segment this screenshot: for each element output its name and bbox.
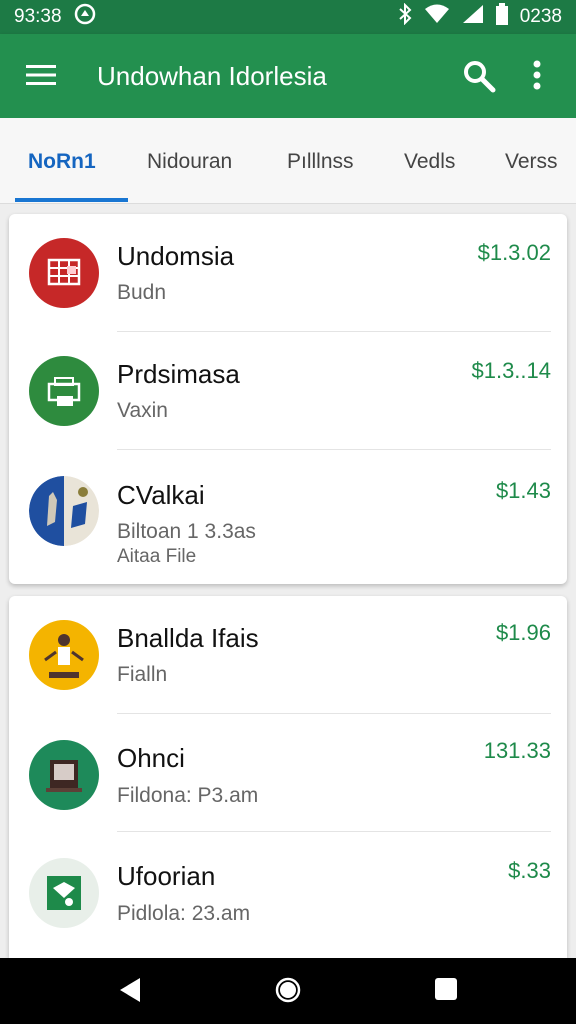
back-icon[interactable] xyxy=(118,976,142,1009)
tab-vedls[interactable]: Vedls xyxy=(404,150,455,174)
item-price: $1.3..14 xyxy=(471,358,551,383)
tab-bar: NoRn1 Nidouran Pılllnss Vedls Verss xyxy=(0,118,576,204)
list-item[interactable]: CValkai Biltoan 1 3.3as Aitaa File $1.43 xyxy=(9,450,567,584)
item-name: Ohnci xyxy=(117,743,185,773)
item-price: $.33 xyxy=(508,858,551,883)
map-icon xyxy=(29,476,99,546)
item-subtitle: Vaxin xyxy=(117,399,168,422)
item-name: Undomsia xyxy=(117,241,235,271)
home-icon[interactable] xyxy=(274,976,302,1009)
active-tab-indicator xyxy=(15,198,128,202)
printer-icon xyxy=(29,356,99,426)
item-subtitle: Biltoan 1 3.3as xyxy=(117,520,256,543)
item-price: $1.3.02 xyxy=(477,240,551,265)
wifi-icon xyxy=(424,4,450,30)
item-detail: Aitaa File xyxy=(117,546,197,567)
list-item[interactable]: Ohnci Fildona: P3.am 131.33 xyxy=(9,714,567,832)
list-item[interactable]: Bnallda Ifais Fialln $1.96 xyxy=(9,596,567,714)
tab-verss[interactable]: Verss xyxy=(505,150,558,174)
battery-icon xyxy=(495,3,508,31)
list-item[interactable]: Undomsia Budn $1.3.02 xyxy=(9,214,567,332)
more-vert-icon[interactable] xyxy=(532,59,542,96)
badge-icon xyxy=(29,858,99,928)
tab-norn1[interactable]: NoRn1 xyxy=(28,150,96,174)
app-bar: Undowhan Idorlesia xyxy=(0,34,576,118)
signal-icon xyxy=(462,4,484,30)
list-item[interactable]: Ufoorian Pidlola: 23.am $.33 xyxy=(9,832,567,958)
recents-icon[interactable] xyxy=(434,976,458,1007)
item-subtitle: Budn xyxy=(117,281,167,304)
person-icon xyxy=(29,620,99,690)
menu-icon[interactable] xyxy=(26,63,56,92)
item-price: 131.33 xyxy=(483,738,551,763)
item-price: $1.96 xyxy=(495,620,551,645)
item-subtitle: Pidlola: 23.am xyxy=(117,902,251,925)
bluetooth-icon xyxy=(398,2,412,31)
item-subtitle: Fildona: P3.am xyxy=(117,784,259,807)
item-name: Bnallda Ifais xyxy=(117,623,259,653)
item-name: Prdsimasa xyxy=(117,359,240,389)
navigation-bar xyxy=(0,958,576,1024)
chart-icon xyxy=(29,238,99,308)
item-name: CValkai xyxy=(117,480,205,510)
item-price: $1.43 xyxy=(495,478,551,503)
app-title: Undowhan Idorlesia xyxy=(97,61,327,91)
status-bar: 93:38 0238 xyxy=(0,0,576,34)
tab-nidouran[interactable]: Nidouran xyxy=(147,150,232,174)
item-name: Ufoorian xyxy=(117,861,216,891)
box-icon xyxy=(29,740,99,810)
status-time-right: 0238 xyxy=(519,6,562,27)
list-card: Bnallda Ifais Fialln $1.96 Ohnci Fildona… xyxy=(9,596,567,958)
search-icon[interactable] xyxy=(462,59,496,98)
list-card: Undomsia Budn $1.3.02 Prdsimasa Vaxin $1… xyxy=(9,214,567,584)
status-time-left: 93:38 xyxy=(14,6,62,27)
item-subtitle: Fialln xyxy=(117,663,168,686)
tab-pillnss[interactable]: Pılllnss xyxy=(287,150,354,174)
sync-icon xyxy=(74,3,96,31)
list-item[interactable]: Prdsimasa Vaxin $1.3..14 xyxy=(9,332,567,450)
